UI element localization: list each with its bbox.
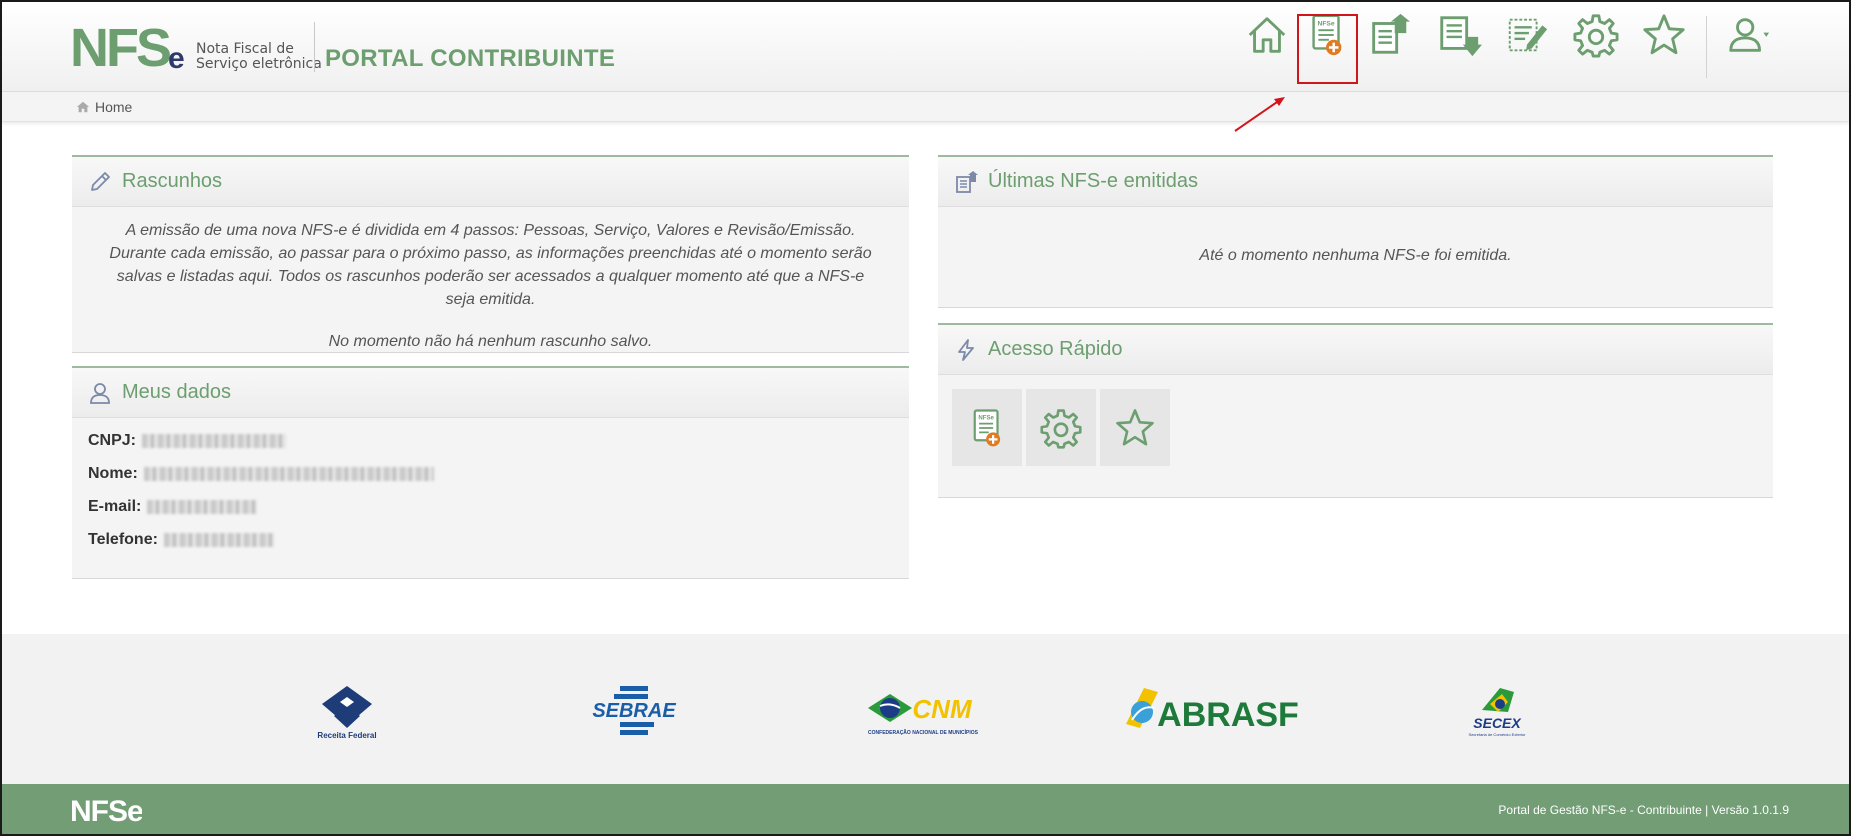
rascunhos-header: Rascunhos xyxy=(72,157,909,207)
svg-text:CNM: CNM xyxy=(912,694,973,724)
ultimas-nfse-header: Últimas NFS-e emitidas xyxy=(938,157,1773,207)
nav-upload-button[interactable] xyxy=(1360,2,1418,68)
nav-home-button[interactable] xyxy=(1238,2,1296,68)
abrasf-logo-mark: ABRASF xyxy=(1126,688,1299,734)
nome-row: Nome: xyxy=(88,457,893,490)
svg-text:SEBRAE: SEBRAE xyxy=(592,700,676,722)
logo-subtitle: Nota Fiscal de Serviço eletrônica xyxy=(196,41,322,72)
nav-favorites-button[interactable] xyxy=(1635,2,1693,68)
svg-text:F: F xyxy=(106,20,138,72)
nome-value-redacted xyxy=(143,466,434,481)
quick-new-nfse-button[interactable]: NFSe xyxy=(952,389,1022,466)
footer-nfse-logo: NFSe xyxy=(70,795,142,826)
meus-dados-panel: Meus dados CNPJ: Nome: E-mail: Telefone: xyxy=(72,366,909,579)
footer: NFSe Portal de Gestão NFS-e - Contribuin… xyxy=(2,784,1849,834)
secex-logo[interactable]: SECEX Secretaria de Comércio Exterior xyxy=(1462,682,1532,740)
user-outline-icon xyxy=(90,382,110,404)
telefone-row: Telefone: xyxy=(88,523,893,556)
nfse-new-icon: NFSe xyxy=(973,408,1001,446)
document-download-icon xyxy=(1440,16,1482,57)
quick-settings-button[interactable] xyxy=(1026,389,1096,466)
logo-divider xyxy=(314,22,315,72)
svg-text:N: N xyxy=(70,20,106,72)
svg-text:SECEX: SECEX xyxy=(1473,715,1522,731)
portal-title: PORTAL CONTRIBUINTE xyxy=(325,45,616,72)
rascunhos-empty-message: No momento não há nenhum rascunho salvo. xyxy=(328,333,653,350)
svg-text:NFSe: NFSe xyxy=(70,795,142,826)
user-icon xyxy=(1729,18,1770,52)
sebrae-logo-mark: SEBRAE xyxy=(592,686,676,735)
gear-icon xyxy=(1573,14,1619,58)
svg-text:Secretaria de Comércio Exterio: Secretaria de Comércio Exterior xyxy=(1469,732,1527,737)
document-upload-icon xyxy=(1372,13,1411,54)
breadcrumb: Home xyxy=(2,92,1849,122)
sebrae-logo[interactable]: SEBRAE xyxy=(590,682,678,740)
nav-separator xyxy=(1706,16,1707,78)
cnm-logo[interactable]: CNM CONFEDERAÇÃO NACIONAL DE MUNICÍPIOS xyxy=(866,682,980,740)
document-edit-icon xyxy=(1508,18,1548,52)
star-icon xyxy=(1643,14,1685,55)
svg-text:CONFEDERAÇÃO NACIONAL DE MUNIC: CONFEDERAÇÃO NACIONAL DE MUNICÍPIOS xyxy=(868,728,979,736)
pencil-icon xyxy=(91,171,110,191)
acesso-rapido-panel: Acesso Rápido NFSe xyxy=(938,323,1773,498)
secex-logo-mark: SECEX Secretaria de Comércio Exterior xyxy=(1469,688,1527,737)
email-row: E-mail: xyxy=(88,490,893,523)
nav-settings-button[interactable] xyxy=(1567,2,1625,68)
ultimas-empty-message: Até o momento nenhuma NFS-e foi emitida. xyxy=(1199,247,1512,264)
svg-text:S: S xyxy=(136,20,172,72)
sponsors-strip: Receita Federal SEBRAE CNM CONFEDERAÇÃO … xyxy=(2,634,1849,784)
rascunhos-panel: Rascunhos A emissão de uma nova NFS-e é … xyxy=(72,155,909,353)
cnpj-row: CNPJ: xyxy=(88,424,893,457)
app-frame: N F S e Nota Fiscal de Serviço eletrônic… xyxy=(0,0,1851,836)
meus-dados-header: Meus dados xyxy=(72,368,909,418)
home-small-icon xyxy=(76,101,90,113)
annotation-arrow xyxy=(1234,97,1285,132)
nav-download-button[interactable] xyxy=(1430,2,1488,68)
cnpj-value-redacted xyxy=(142,433,287,448)
star-icon xyxy=(1116,408,1154,445)
ultimas-nfse-title: Últimas NFS-e emitidas xyxy=(988,170,1199,192)
email-value-redacted xyxy=(147,499,258,514)
receita-federal-logo[interactable]: Receita Federal xyxy=(314,682,380,740)
acesso-rapido-header: Acesso Rápido xyxy=(938,325,1773,375)
meus-dados-title: Meus dados xyxy=(122,381,231,403)
breadcrumb-home[interactable]: Home xyxy=(76,99,132,115)
svg-text:Receita Federal: Receita Federal xyxy=(317,731,376,740)
abrasf-logo[interactable]: ABRASF xyxy=(1120,682,1304,740)
telefone-value-redacted xyxy=(163,532,274,547)
header: N F S e Nota Fiscal de Serviço eletrônic… xyxy=(2,2,1849,92)
highlight-box xyxy=(1297,14,1358,84)
acesso-rapido-title: Acesso Rápido xyxy=(988,338,1123,360)
cnm-logo-mark: CNM CONFEDERAÇÃO NACIONAL DE MUNICÍPIOS xyxy=(868,694,979,736)
svg-text:e: e xyxy=(168,42,185,72)
rascunhos-title: Rascunhos xyxy=(122,170,223,192)
footer-version-text: Portal de Gestão NFS-e - Contribuinte | … xyxy=(1498,803,1789,817)
svg-text:NFSe: NFSe xyxy=(978,414,994,421)
ultimas-nfse-panel: Últimas NFS-e emitidas Até o momento nen… xyxy=(938,155,1773,308)
document-upload-small-icon xyxy=(956,170,978,193)
nfse-logo[interactable]: N F S e xyxy=(70,20,190,72)
receita-federal-logo-mark: Receita Federal xyxy=(317,686,377,740)
home-icon xyxy=(1248,17,1286,53)
quick-favorites-button[interactable] xyxy=(1100,389,1170,466)
nav-edit-button[interactable] xyxy=(1498,2,1556,68)
lightning-icon xyxy=(958,338,974,361)
gear-icon xyxy=(1040,408,1082,449)
nav-user-menu-button[interactable] xyxy=(1720,2,1778,68)
quick-access-row: NFSe xyxy=(952,375,1759,466)
rascunhos-description: A emissão de uma nova NFS-e é dividida e… xyxy=(109,222,872,308)
svg-text:ABRASF: ABRASF xyxy=(1157,696,1299,734)
